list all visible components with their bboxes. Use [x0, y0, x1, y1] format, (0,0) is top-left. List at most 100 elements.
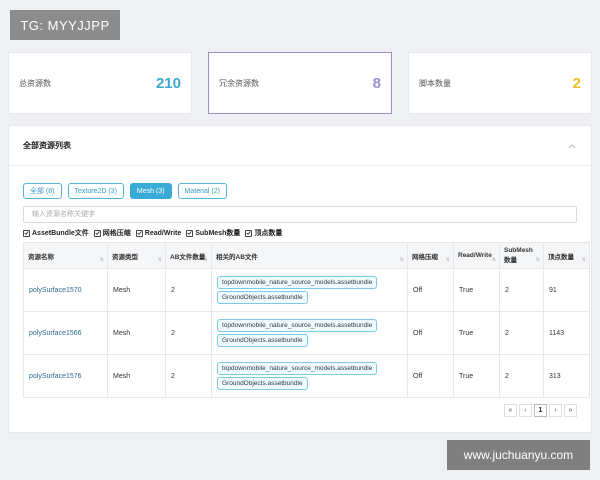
ab-file-chip[interactable]: topdownmobile_nature_source_models.asset… — [217, 276, 378, 289]
column-header-label: AB文件数量 — [170, 253, 206, 261]
watermark-url: www.juchuanyu.com — [447, 440, 590, 470]
sort-icon[interactable]: ⇅ — [446, 257, 450, 263]
ab-count: 2 — [165, 311, 212, 355]
column-header-label: Read/Write — [458, 252, 492, 259]
sort-icon[interactable]: ⇅ — [100, 257, 104, 263]
ab-files-cell: topdownmobile_nature_source_models.asset… — [211, 354, 408, 398]
vertex-count: 91 — [543, 268, 590, 312]
vertex-count: 313 — [543, 354, 590, 398]
chevron-up-icon[interactable] — [567, 141, 577, 151]
resource-name[interactable]: polySurface1566 — [23, 311, 108, 355]
stat-label: 脚本数量 — [419, 78, 451, 88]
submesh-count: 2 — [499, 268, 544, 312]
resource-name[interactable]: polySurface1570 — [23, 268, 108, 312]
read-write: True — [453, 354, 500, 398]
ab-count: 2 — [165, 354, 212, 398]
ab-files-cell: topdownmobile_nature_source_models.asset… — [211, 311, 408, 355]
panel-header: 全部资源列表 — [9, 126, 591, 166]
checkbox-checked-icon[interactable] — [186, 229, 194, 237]
first-page-button[interactable]: « — [504, 404, 517, 417]
sort-icon[interactable]: ⇅ — [492, 257, 496, 263]
ab-file-chip[interactable]: GroundObjects.assetbundle — [217, 334, 308, 347]
checkbox-mesh-compress[interactable]: 网格压缩 — [93, 228, 131, 238]
vertex-count: 1143 — [543, 311, 590, 355]
column-header[interactable]: Read/Write ⇅ — [453, 242, 500, 269]
sort-icon[interactable]: ⇅ — [158, 257, 162, 263]
table-row: polySurface1570 Mesh 2 topdownmobile_nat… — [23, 268, 590, 312]
read-write: True — [453, 268, 500, 312]
resource-type: Mesh — [107, 354, 166, 398]
next-page-button[interactable]: › — [549, 404, 562, 417]
stat-card-total: 总资源数 210 — [8, 52, 192, 114]
checkbox-label: Read/Write — [144, 229, 182, 237]
type-filter-tabs: 全部 (8) Texture2D (3) Mesh (3) Material (… — [23, 183, 227, 199]
column-header[interactable]: SubMesh数量 ⇅ — [499, 242, 544, 269]
watermark-tag: TG: MYYJJPP — [10, 10, 120, 40]
column-header[interactable]: AB文件数量 ⇅ — [165, 242, 212, 269]
ab-files-cell: topdownmobile_nature_source_models.asset… — [211, 268, 408, 312]
ab-count: 2 — [165, 268, 212, 312]
checkbox-label: AssetBundle文件 — [32, 230, 89, 237]
ab-file-chip[interactable]: topdownmobile_nature_source_models.asset… — [217, 319, 378, 332]
column-header[interactable]: 相关的AB文件 ⇅ — [211, 242, 408, 269]
checkbox-checked-icon[interactable] — [245, 229, 253, 237]
prev-page-button[interactable]: ‹ — [519, 404, 532, 417]
resource-type: Mesh — [107, 268, 166, 312]
column-header[interactable]: 顶点数量 ⇅ — [543, 242, 590, 269]
panel-title: 全部资源列表 — [23, 141, 71, 150]
checkbox-assetbundle[interactable]: AssetBundle文件 — [23, 228, 89, 238]
column-header-label: 网格压缩 — [412, 253, 438, 261]
checkbox-read-write[interactable]: Read/Write — [135, 228, 182, 238]
table-header-row: 资源名称 ⇅ 资源类型 ⇅ AB文件数量 ⇅ 相关的AB文件 ⇅ 网格压缩 ⇅ Read/… — [23, 242, 590, 269]
resource-table: 资源名称 ⇅ 资源类型 ⇅ AB文件数量 ⇅ 相关的AB文件 ⇅ 网格压缩 ⇅ Read/… — [23, 242, 590, 398]
ab-file-chip[interactable]: GroundObjects.assetbundle — [217, 377, 308, 390]
sort-icon[interactable]: ⇅ — [400, 257, 404, 263]
checkbox-label: 顶点数量 — [254, 230, 283, 237]
mesh-compress: Off — [407, 354, 454, 398]
column-header-label: 相关的AB文件 — [216, 253, 258, 261]
resource-name[interactable]: polySurface1576 — [23, 354, 108, 398]
column-header-label: SubMesh数量 — [504, 247, 533, 264]
sort-icon[interactable]: ⇅ — [536, 257, 540, 263]
pagination: « ‹ 1 › » — [504, 404, 577, 417]
stat-label: 总资源数 — [19, 78, 51, 88]
sort-icon[interactable]: ⇅ — [582, 257, 586, 263]
tab-all[interactable]: 全部 (8) — [23, 183, 62, 199]
column-header[interactable]: 资源类型 ⇅ — [107, 242, 166, 269]
table-row: polySurface1576 Mesh 2 topdownmobile_nat… — [23, 354, 590, 398]
sort-icon[interactable]: ⇅ — [204, 257, 208, 263]
tab-texture2d[interactable]: Texture2D (3) — [67, 183, 124, 199]
stat-value: 210 — [155, 74, 181, 92]
ab-file-chip[interactable]: GroundObjects.assetbundle — [217, 291, 308, 304]
resource-type: Mesh — [107, 311, 166, 355]
mesh-compress: Off — [407, 311, 454, 355]
checkbox-submesh[interactable]: SubMesh数量 — [186, 228, 240, 238]
stat-value: 8 — [372, 74, 381, 92]
table-row: polySurface1566 Mesh 2 topdownmobile_nat… — [23, 311, 590, 355]
column-header[interactable]: 网格压缩 ⇅ — [407, 242, 454, 269]
checkbox-vertex-count[interactable]: 顶点数量 — [245, 228, 282, 238]
checkbox-checked-icon[interactable] — [135, 229, 143, 237]
column-header-label: 资源名称 — [28, 253, 54, 261]
current-page[interactable]: 1 — [534, 404, 547, 417]
stat-card-redundant[interactable]: 冗余资源数 8 — [208, 52, 392, 114]
checkbox-checked-icon[interactable] — [93, 229, 101, 237]
tab-material[interactable]: Material (2) — [177, 183, 227, 199]
mesh-compress: Off — [407, 268, 454, 312]
search-input[interactable] — [23, 206, 577, 223]
column-checkboxes: AssetBundle文件 网格压缩 Read/Write SubMesh数量 … — [23, 228, 282, 238]
tab-mesh[interactable]: Mesh (3) — [129, 183, 172, 199]
column-header-label: 资源类型 — [112, 253, 138, 261]
submesh-count: 2 — [499, 311, 544, 355]
last-page-button[interactable]: » — [564, 404, 577, 417]
submesh-count: 2 — [499, 354, 544, 398]
checkbox-checked-icon[interactable] — [23, 229, 30, 237]
stat-card-scripts: 脚本数量 2 — [408, 52, 592, 114]
column-header[interactable]: 资源名称 ⇅ — [23, 242, 108, 269]
read-write: True — [453, 311, 500, 355]
checkbox-label: 网格压缩 — [102, 230, 131, 237]
column-header-label: 顶点数量 — [548, 253, 574, 261]
ab-file-chip[interactable]: topdownmobile_nature_source_models.asset… — [217, 362, 378, 375]
stat-label: 冗余资源数 — [219, 78, 259, 88]
stat-value: 2 — [572, 74, 581, 92]
